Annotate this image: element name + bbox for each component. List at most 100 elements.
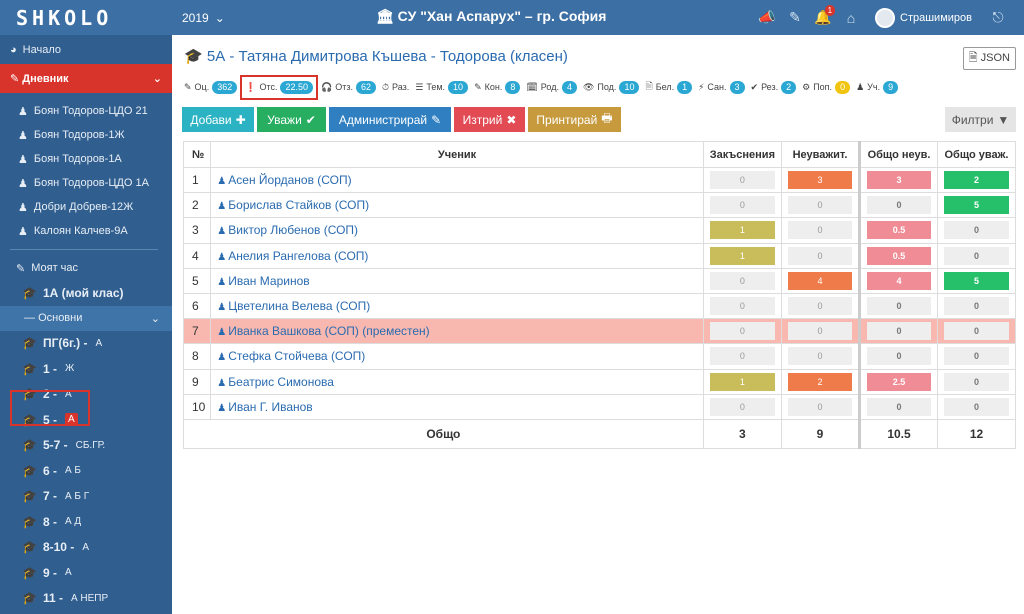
stat-item[interactable]: ❗ Отс. 22.50 [240,74,319,100]
late-cell[interactable]: 1 [709,372,775,391]
late-cell[interactable]: 1 [709,246,775,265]
year-selector[interactable]: 2019 ⌄ [182,11,225,25]
unexcused-cell[interactable]: 0 [788,196,852,215]
class-sections[interactable]: Ж [65,363,74,374]
column-header: № [182,141,212,168]
stat-item[interactable]: ✎ Кон. 8 [474,80,521,94]
unexcused-cell[interactable]: 0 [788,246,852,265]
student-icon: ♟ [18,225,28,238]
sidebar-class-item[interactable]: 🎓 8-10 - А [0,535,172,561]
sidebar-item-home[interactable]: ◕ Начало [0,35,172,64]
sidebar-class-item[interactable]: 🎓 ПГ(6г.) - А [0,331,172,357]
excuse-button[interactable]: Уважи ✔ [257,107,326,132]
avatar [875,7,896,28]
logo[interactable]: SHKOLO [0,6,172,30]
student-name-cell[interactable]: ♟ Виктор Любенов (СОП) [210,217,704,244]
sidebar-student[interactable]: ♟ Калоян Калчев-9А [0,219,172,243]
unexcused-cell[interactable]: 0 [788,322,852,341]
student-name-cell[interactable]: ♟ Беатрис Симонова [210,368,704,395]
class-sections[interactable]: А Б Г [65,491,89,502]
administrate-button[interactable]: Администрирай ✎ [329,107,451,132]
student-name-cell[interactable]: ♟ Иван Г. Иванов [210,393,704,420]
print-button[interactable]: Принтирай 🖶 [528,107,621,132]
class-sections[interactable]: А [96,338,103,349]
chevron-down-icon: ⌄ [150,312,160,325]
sidebar-class-item[interactable]: 🎓 1 - Ж [0,356,172,382]
json-label: JSON [980,52,1010,64]
sidebar-class-item[interactable]: 🎓 6 - А Б [0,458,172,484]
sidebar-student[interactable]: ♟ Боян Тодоров-1Ж [0,123,172,147]
delete-button[interactable]: Изтрий ✖ [454,107,525,132]
sidebar-item-basic[interactable]: — Основни ⌄ [0,305,172,331]
sidebar-item-diary[interactable]: ✎ Дневник ⌄ [0,64,172,93]
student-name-cell[interactable]: ♟ Асен Йорданов (СОП) [210,166,704,194]
stat-item[interactable]: ✎ Оц. 362 [184,80,238,94]
student-name-cell[interactable]: ♟ Борислав Стайков (СОП) [210,192,704,219]
sidebar-class-item[interactable]: 🎓 11 - А НЕПР [0,586,172,612]
student-name-cell[interactable]: ♟ Стефка Стойчева (СОП) [210,343,704,370]
logout-icon[interactable]: ⎋ [984,0,1012,35]
unexcused-cell[interactable]: 2 [788,372,852,391]
stat-item[interactable]: 👁 Под. 10 [583,80,640,94]
unexcused-cell[interactable]: 3 [788,171,852,190]
megaphone-icon[interactable]: 📣 [753,0,781,35]
stat-item[interactable]: ✔ Рез. 2 [751,80,797,94]
filters-button[interactable]: Филтри ▼ [945,107,1016,132]
unexcused-cell[interactable]: 0 [788,347,852,366]
sidebar-student[interactable]: ♟ Боян Тодоров-ЦДО 21 [0,99,172,123]
stat-item[interactable]: ⏱ Раз. [382,82,409,93]
bell-icon[interactable]: 🔔 1 [809,0,837,35]
class-sections[interactable]: СБ.ГР. [76,440,106,451]
sidebar-class-item[interactable]: 🎓 7 - А Б Г [0,484,172,510]
late-cell[interactable]: 0 [709,347,775,366]
late-cell[interactable]: 0 [709,171,775,190]
late-cell[interactable]: 0 [709,271,775,290]
stat-label: Уч. [867,82,881,92]
class-sections[interactable]: А Д [65,516,81,527]
sidebar-student[interactable]: ♟ Боян Тодоров-ЦДО 1А [0,171,172,195]
late-cell[interactable]: 0 [709,322,775,341]
class-sections[interactable]: А [82,542,89,553]
graduation-cap-icon: 🎓 [22,489,37,504]
student-name-cell[interactable]: ♟ Иван Маринов [210,267,704,294]
home-icon[interactable]: ⌂ [837,0,865,35]
filter-icon: ▼ [997,112,1010,127]
sidebar-item-label: Основни [38,312,83,324]
stat-item[interactable]: 🗓 Род. 4 [526,80,577,94]
late-cell[interactable]: 0 [709,297,775,316]
unexcused-cell[interactable]: 0 [788,397,852,416]
late-cell[interactable]: 0 [709,397,775,416]
year-label: 2019 [182,10,209,25]
student-name: Цветелина Велева (СОП) [228,299,371,314]
stat-item[interactable]: 🗎 Бел. 1 [645,79,693,95]
student-name-cell[interactable]: ♟ Цветелина Велева (СОП) [210,292,704,320]
json-button[interactable]: 🗎 JSON [962,47,1016,70]
late-cell[interactable]: 1 [709,221,775,240]
sidebar-student[interactable]: ♟ Боян Тодоров-1А [0,147,172,171]
stat-item[interactable]: ⚙ Поп. 0 [802,80,851,94]
class-sections[interactable]: А Б [65,465,81,476]
unexcused-cell[interactable]: 0 [788,297,852,316]
late-cell[interactable]: 0 [709,196,775,215]
sidebar-class-item[interactable]: 🎓 5-7 - СБ.ГР. [0,433,172,459]
sidebar-class-item[interactable]: 🎓 9 - А [0,560,172,586]
edit-icon[interactable]: ✎ [781,0,809,35]
sidebar-item-my-class[interactable]: 🎓 1А (мой клас) [0,280,172,306]
stat-item[interactable]: ⚡ Сан. 3 [698,80,745,94]
add-button[interactable]: Добави ✚ [182,107,254,132]
unexcused-cell[interactable]: 0 [788,221,852,240]
stat-item[interactable]: ☰ Тем. 10 [415,80,469,94]
class-sections[interactable]: А [65,567,72,578]
stat-item[interactable]: ♟ Уч. 9 [856,80,899,94]
user-menu[interactable]: Страшимиров [875,7,972,28]
unexcused-cell[interactable]: 4 [788,271,852,290]
stat-item[interactable]: 🎧 Отз. 62 [321,80,376,94]
footer-unexc: 9 [781,418,860,449]
student-name-cell[interactable]: ♟ Иванка Вашкова (СОП) (преместен) [210,318,704,345]
sidebar-item-my-hour[interactable]: ✎ Моят час [0,256,172,280]
sidebar-class-item[interactable]: 🎓 8 - А Д [0,509,172,535]
sidebar-student[interactable]: ♟ Добри Добрев-12Ж [0,195,172,219]
class-sections[interactable]: А НЕПР [71,593,108,604]
sidebar-item-label: Добри Добрев-12Ж [33,201,134,213]
student-name-cell[interactable]: ♟ Анелия Рангелова (СОП) [210,242,704,269]
